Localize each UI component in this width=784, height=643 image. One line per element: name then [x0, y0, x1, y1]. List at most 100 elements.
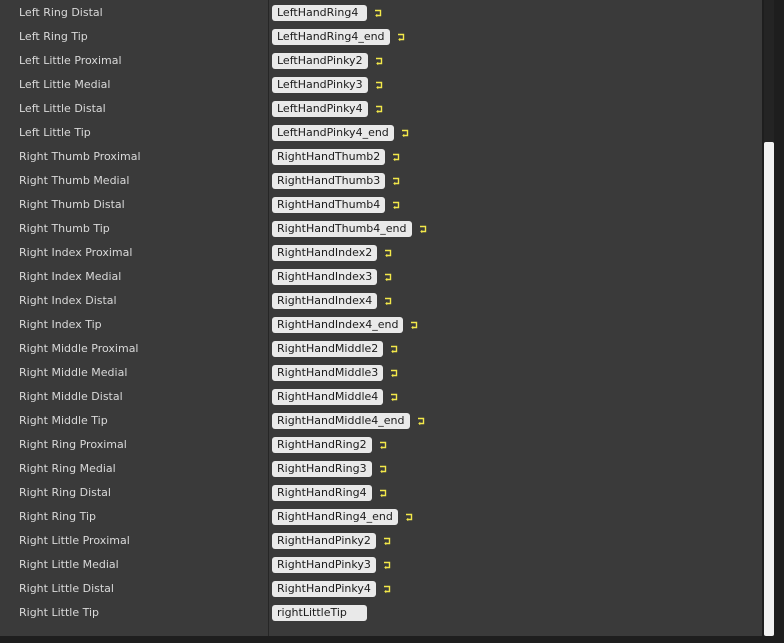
reset-to-default-arrow-icon[interactable] [382, 560, 392, 570]
bone-value-group: RightHandMiddle4 [272, 389, 399, 405]
bone-value-group: RightHandPinky4 [272, 581, 392, 597]
bone-label: Right Thumb Distal [19, 198, 125, 211]
bone-mapping-row: Right Little Tip rightLittleTip [0, 601, 762, 625]
bone-value-group: LeftHandPinky3 [272, 77, 384, 93]
bone-mapping-row: Right Little Proximal RightHandPinky2 [0, 529, 762, 553]
reset-to-default-arrow-icon[interactable] [374, 80, 384, 90]
bone-name-field[interactable]: RightHandRing4 [272, 485, 372, 501]
bone-label: Right Index Tip [19, 318, 102, 331]
reset-to-default-arrow-icon[interactable] [389, 344, 399, 354]
bone-mapping-row: Right Ring Proximal RightHandRing2 [0, 433, 762, 457]
bone-name-field[interactable]: RightHandMiddle4 [272, 389, 384, 405]
reset-to-default-arrow-icon[interactable] [383, 248, 393, 258]
bone-value-group: RightHandMiddle2 [272, 341, 399, 357]
bone-name-field[interactable]: RightHandRing3 [272, 461, 372, 477]
bone-name-field[interactable]: LeftHandPinky4_end [272, 125, 394, 141]
reset-to-default-arrow-icon[interactable] [396, 32, 406, 42]
bone-name-field[interactable]: RightHandThumb4_end [272, 221, 412, 237]
bone-value-group: RightHandPinky2 [272, 533, 392, 549]
bone-name-field[interactable]: RightHandThumb2 [272, 149, 386, 165]
bone-value-group: LeftHandRing4_end [272, 29, 406, 45]
bone-value-group: LeftHandPinky4 [272, 101, 384, 117]
bone-label: Right Index Medial [19, 270, 122, 283]
bone-mapping-row: Right Index Distal RightHandIndex4 [0, 289, 762, 313]
reset-to-default-arrow-icon[interactable] [404, 512, 414, 522]
reset-to-default-arrow-icon[interactable] [382, 536, 392, 546]
reset-to-default-arrow-icon[interactable] [391, 200, 401, 210]
bone-label: Right Ring Medial [19, 462, 116, 475]
bone-value-group: rightLittleTip [272, 605, 367, 621]
bone-name-field[interactable]: RightHandPinky2 [272, 533, 376, 549]
bone-label: Right Ring Tip [19, 510, 97, 523]
reset-to-default-arrow-icon[interactable] [409, 320, 419, 330]
bone-label: Right Thumb Proximal [19, 150, 141, 163]
bone-name-field[interactable]: RightHandThumb4 [272, 197, 386, 213]
bone-mapping-row: Right Middle Distal RightHandMiddle4 [0, 385, 762, 409]
bone-value-group: RightHandThumb3 [272, 173, 401, 189]
bone-mapping-row: Left Ring Tip LeftHandRing4_end [0, 25, 762, 49]
bone-name-field[interactable]: RightHandThumb3 [272, 173, 386, 189]
bone-name-field[interactable]: RightHandRing4_end [272, 509, 398, 525]
bone-label: Right Ring Proximal [19, 438, 127, 451]
reset-to-default-arrow-icon[interactable] [391, 176, 401, 186]
reset-to-default-arrow-icon[interactable] [374, 104, 384, 114]
bone-name-field[interactable]: RightHandIndex4 [272, 293, 378, 309]
bone-value-group: RightHandThumb4 [272, 197, 401, 213]
bone-label: Left Little Proximal [19, 54, 122, 67]
reset-to-default-arrow-icon[interactable] [383, 272, 393, 282]
bone-label: Left Ring Distal [19, 6, 103, 19]
reset-to-default-arrow-icon[interactable] [378, 440, 388, 450]
bone-label: Right Index Proximal [19, 246, 133, 259]
bone-name-field[interactable]: LeftHandPinky2 [272, 53, 368, 69]
bone-label: Right Middle Medial [19, 366, 128, 379]
reset-to-default-arrow-icon[interactable] [418, 224, 428, 234]
reset-to-default-arrow-icon[interactable] [378, 488, 388, 498]
reset-to-default-arrow-icon[interactable] [374, 56, 384, 66]
bone-name-field[interactable]: LeftHandPinky4 [272, 101, 368, 117]
bottom-border [0, 636, 784, 643]
reset-to-default-arrow-icon[interactable] [400, 128, 410, 138]
bone-name-field[interactable]: RightHandPinky4 [272, 581, 376, 597]
scrollbar-thumb[interactable] [764, 142, 774, 636]
bone-name-field[interactable]: RightHandMiddle4_end [272, 413, 410, 429]
bone-label: Right Little Distal [19, 582, 114, 595]
bone-label: Left Little Tip [19, 126, 91, 139]
reset-to-default-arrow-icon[interactable] [373, 8, 383, 18]
reset-to-default-arrow-icon[interactable] [378, 464, 388, 474]
bone-mapping-row: Right Middle Proximal RightHandMiddle2 [0, 337, 762, 361]
bone-value-group: RightHandRing3 [272, 461, 388, 477]
bone-mapping-row: Right Thumb Tip RightHandThumb4_end [0, 217, 762, 241]
bone-name-field[interactable]: RightHandIndex2 [272, 245, 378, 261]
bone-value-group: RightHandRing4_end [272, 509, 414, 525]
bone-value-group: RightHandRing4 [272, 485, 388, 501]
bone-label: Right Thumb Medial [19, 174, 130, 187]
bone-name-field[interactable]: rightLittleTip [272, 605, 367, 621]
bone-mapping-row: Right Thumb Medial RightHandThumb3 [0, 169, 762, 193]
bone-name-field[interactable]: RightHandIndex3 [272, 269, 378, 285]
bone-name-field[interactable]: LeftHandRing4 [272, 5, 367, 21]
bone-value-group: RightHandMiddle4_end [272, 413, 426, 429]
bone-name-field[interactable]: RightHandRing2 [272, 437, 372, 453]
bone-name-field[interactable]: RightHandIndex4_end [272, 317, 404, 333]
bone-mapping-row: Right Index Medial RightHandIndex3 [0, 265, 762, 289]
bone-label: Right Little Medial [19, 558, 119, 571]
reset-to-default-arrow-icon[interactable] [416, 416, 426, 426]
bone-name-field[interactable]: RightHandMiddle2 [272, 341, 384, 357]
bone-value-group: RightHandThumb2 [272, 149, 401, 165]
reset-to-default-arrow-icon[interactable] [391, 152, 401, 162]
bone-label: Right Index Distal [19, 294, 117, 307]
bone-mapping-row: Right Middle Medial RightHandMiddle3 [0, 361, 762, 385]
reset-to-default-arrow-icon[interactable] [389, 392, 399, 402]
reset-to-default-arrow-icon[interactable] [383, 296, 393, 306]
details-panel: Left Ring Distal LeftHandRing4 Left Ring T… [0, 0, 762, 636]
bone-name-field[interactable]: RightHandPinky3 [272, 557, 376, 573]
bone-mapping-row: Left Little Proximal LeftHandPinky2 [0, 49, 762, 73]
reset-to-default-arrow-icon[interactable] [389, 368, 399, 378]
reset-to-default-arrow-icon[interactable] [382, 584, 392, 594]
bone-name-field[interactable]: LeftHandPinky3 [272, 77, 368, 93]
bone-value-group: RightHandIndex4_end [272, 317, 419, 333]
bone-mapping-list: Left Ring Distal LeftHandRing4 Left Ring T… [0, 1, 762, 625]
bone-mapping-row: Right Thumb Proximal RightHandThumb2 [0, 145, 762, 169]
bone-name-field[interactable]: RightHandMiddle3 [272, 365, 384, 381]
bone-name-field[interactable]: LeftHandRing4_end [272, 29, 390, 45]
